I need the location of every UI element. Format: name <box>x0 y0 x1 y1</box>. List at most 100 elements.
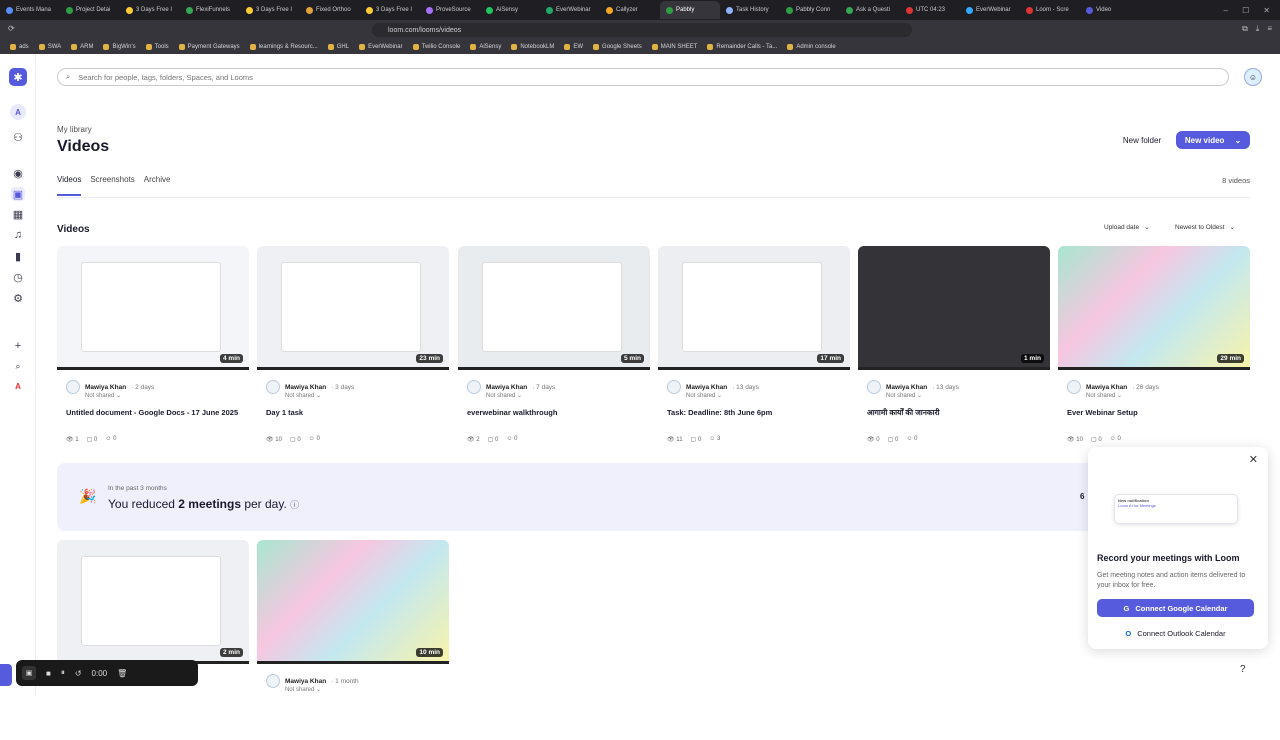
tab-screenshots[interactable]: Screenshots <box>90 175 134 196</box>
pause-icon[interactable]: ⏸ <box>61 668 65 678</box>
extensions-icon[interactable]: ⧉ <box>1242 24 1248 34</box>
menu-icon[interactable]: ≡ <box>1267 24 1272 34</box>
bookmark-item[interactable]: EverWebinar <box>359 44 403 50</box>
video-card[interactable]: 23 min Mawiya Khan · 3 days Not shared ⌄… <box>257 246 449 446</box>
sharing-status[interactable]: Not shared ⌄ <box>285 392 446 399</box>
video-card[interactable]: 5 min Mawiya Khan · 7 days Not shared ⌄ … <box>458 246 650 446</box>
workspace-avatar[interactable]: A <box>10 104 26 120</box>
reload-icon[interactable]: ⟳ <box>8 24 15 33</box>
camera-icon[interactable]: ▣ <box>22 666 36 680</box>
search-input[interactable] <box>78 72 679 82</box>
bookmark-item[interactable]: NotebookLM <box>511 44 554 50</box>
video-thumbnail[interactable]: 17 min <box>658 246 850 370</box>
bookmark-item[interactable]: Tools <box>145 44 169 50</box>
tab-archive[interactable]: Archive <box>144 175 171 196</box>
video-thumbnail[interactable]: 23 min <box>257 246 449 370</box>
close-icon[interactable]: ✕ <box>1249 453 1258 466</box>
browser-tab[interactable]: Callyzer <box>600 1 660 19</box>
stop-icon[interactable]: ■ <box>46 669 51 678</box>
video-card[interactable]: 17 min Mawiya Khan · 13 days Not shared … <box>658 246 850 446</box>
browser-tab[interactable]: Fixed Orthoo <box>300 1 360 19</box>
bookmark-icon[interactable]: ▮ <box>11 249 25 263</box>
bookmark-item[interactable]: Remainder Calls - Ta... <box>707 44 777 50</box>
download-icon[interactable]: ⤓ <box>1256 24 1260 34</box>
settings-icon[interactable]: ⚙ <box>11 291 25 305</box>
connect-google-calendar-button[interactable]: G Connect Google Calendar <box>1097 599 1254 617</box>
new-folder-button[interactable]: New folder <box>1114 131 1170 149</box>
video-thumbnail[interactable]: 29 min <box>1058 246 1250 370</box>
bookmark-item[interactable]: ads <box>10 44 29 50</box>
sort-field-dropdown[interactable]: Upload date ⌄ <box>1104 223 1150 232</box>
browser-tab[interactable]: AiSensy <box>480 1 540 19</box>
video-title[interactable]: Task: Deadline: 8th June 6pm <box>667 407 847 418</box>
browser-tab[interactable]: Loom - Scre <box>1020 1 1080 19</box>
bookmark-item[interactable]: Twilio Console <box>412 44 460 50</box>
video-thumbnail[interactable]: 4 min <box>57 246 249 370</box>
bookmark-item[interactable]: Google Sheets <box>593 44 642 50</box>
delete-icon[interactable]: 🗑 <box>117 669 127 678</box>
video-card[interactable]: 10 min Mawiya Khan · 1 month Not shared … <box>257 540 449 740</box>
bookmark-item[interactable]: ARM <box>71 44 93 50</box>
video-card[interactable]: 29 min Mawiya Khan · 26 days Not shared … <box>1058 246 1250 446</box>
invite-user-icon[interactable]: ⚇ <box>11 130 25 144</box>
browser-tab[interactable]: 3 Days Free I <box>120 1 180 19</box>
browser-tab[interactable]: ProveSource <box>420 1 480 19</box>
loom-logo-icon[interactable]: ✱ <box>9 68 27 86</box>
tab-videos[interactable]: Videos <box>57 175 82 196</box>
video-thumbnail[interactable]: 1 min <box>858 246 1050 370</box>
sharing-status[interactable]: Not shared ⌄ <box>486 392 647 399</box>
history-icon[interactable]: ◷ <box>11 270 25 284</box>
video-thumbnail[interactable]: 5 min <box>458 246 650 370</box>
browser-tab[interactable]: EverWebinar <box>960 1 1020 19</box>
browser-tab[interactable]: Project Detai <box>60 1 120 19</box>
video-thumbnail[interactable]: 2 min <box>57 540 249 664</box>
browser-tab[interactable]: Video <box>1080 1 1140 19</box>
video-title[interactable]: Untitled document - Google Docs - 17 Jun… <box>66 407 246 418</box>
help-icon[interactable]: ? <box>1240 664 1246 675</box>
recorder-handle[interactable] <box>0 664 12 686</box>
minimize-icon[interactable]: – <box>1224 6 1228 15</box>
video-card[interactable]: 2 min <box>57 540 249 740</box>
bookmark-item[interactable]: SWA <box>38 44 61 50</box>
bookmark-item[interactable]: Payment Gateways <box>178 44 240 50</box>
restart-icon[interactable]: ↺ <box>75 669 82 678</box>
video-title[interactable]: Ever Webinar Setup <box>1067 407 1247 418</box>
bookmark-item[interactable]: BigWin's <box>103 44 136 50</box>
browser-tab[interactable]: Events Mana <box>0 1 60 19</box>
bookmark-item[interactable]: EW <box>564 44 583 50</box>
library-icon[interactable]: ▣ <box>11 187 25 201</box>
sharing-status[interactable]: Not shared ⌄ <box>886 392 1047 399</box>
browser-tab[interactable]: Pabbly Conn <box>780 1 840 19</box>
sharing-status[interactable]: Not shared ⌄ <box>1086 392 1247 399</box>
browser-tab[interactable]: FlexiFunnels <box>180 1 240 19</box>
user-avatar[interactable]: ☺ <box>1244 68 1262 86</box>
browser-tab[interactable]: 3 Days Free I <box>240 1 300 19</box>
bookmark-item[interactable]: GHL <box>327 44 349 50</box>
info-icon[interactable]: ⓘ <box>290 500 299 510</box>
profile-icon[interactable]: ◉ <box>11 166 25 180</box>
sharing-status[interactable]: Not shared ⌄ <box>85 392 246 399</box>
maximize-icon[interactable]: ☐ <box>1242 6 1249 15</box>
video-card[interactable]: 4 min Mawiya Khan · 2 days Not shared ⌄ … <box>57 246 249 446</box>
video-thumbnail[interactable]: 10 min <box>257 540 449 664</box>
video-title[interactable]: आगामी कार्यों की जानकारी <box>867 407 1047 418</box>
new-video-button[interactable]: New video ⌄ <box>1176 131 1250 149</box>
breadcrumb[interactable]: My library <box>57 125 92 134</box>
bookmark-item[interactable]: learnings & Resourc... <box>249 44 318 50</box>
browser-tab[interactable]: 3 Days Free I <box>360 1 420 19</box>
bookmark-item[interactable]: AiSensy <box>470 44 501 50</box>
sharing-status[interactable]: Not shared ⌄ <box>686 392 847 399</box>
connect-outlook-calendar-button[interactable]: O Connect Outlook Calendar <box>1097 624 1254 642</box>
browser-tab[interactable]: EverWebinar <box>540 1 600 19</box>
bookmark-item[interactable]: MAIN SHEET <box>651 44 697 50</box>
browser-tab[interactable]: Ask a Questi <box>840 1 900 19</box>
browser-tab[interactable]: Task History <box>720 1 780 19</box>
notifications-icon[interactable]: ♫ <box>11 228 25 242</box>
close-icon[interactable]: ✕ <box>1263 6 1270 15</box>
url-field[interactable]: loom.com/looms/videos <box>372 23 912 37</box>
browser-tab[interactable]: UTC 04:23 <box>900 1 960 19</box>
sort-order-dropdown[interactable]: Newest to Oldest ⌄ <box>1175 223 1235 232</box>
video-title[interactable]: everwebinar walkthrough <box>467 407 647 418</box>
search-icon[interactable]: ⌕ <box>11 359 25 373</box>
browser-tab[interactable]: Pabbly <box>660 1 720 19</box>
